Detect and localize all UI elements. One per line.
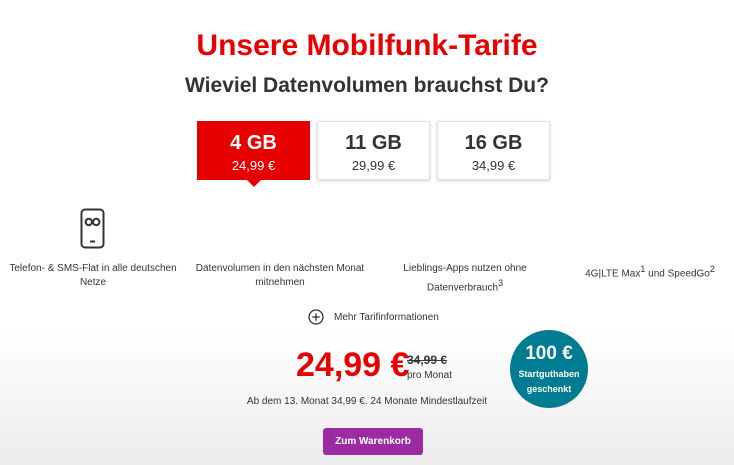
tariff-price: 24,99 € (231, 158, 276, 173)
footnote-mark[interactable]: 3 (498, 278, 503, 288)
feature-text: Datenverbrauch (426, 282, 499, 294)
feature-text: Datenvolumen in den nächsten Monat (195, 263, 365, 274)
bonus-text: geschenkt (526, 384, 572, 394)
tariff-tab-4gb[interactable]: 4 GB 24,99 € (197, 121, 310, 187)
page-subtitle: Wieviel Datenvolumen brauchst Du? (185, 74, 549, 97)
tariff-price: 34,99 € (471, 158, 516, 173)
bonus-amount: 100 € (525, 343, 573, 364)
bonus-text: Startguthaben (518, 369, 580, 379)
feature-flat: Telefon- & SMS-Flat in alle deutschen Ne… (8, 262, 178, 290)
feature-text: und SpeedGo (645, 268, 710, 280)
plus-circle-icon (308, 309, 324, 325)
tariff-price: 29,99 € (351, 158, 396, 173)
feature-text: Telefon- & SMS-Flat in alle deutschen (9, 263, 177, 274)
bonus-badge: 100 € Startguthaben geschenkt (510, 330, 588, 408)
feature-text: 4G|LTE Max (585, 268, 641, 280)
current-price: 24,99 € (296, 346, 410, 384)
old-price: 34,99 € (407, 353, 448, 367)
feature-datatransfer: Datenvolumen in den nächsten Monat mitne… (190, 262, 370, 290)
tariff-tabs: 4 GB 24,99 € 11 GB 29,99 € 16 GB 34,99 € (197, 121, 550, 187)
tariff-volume: 16 GB (464, 132, 523, 154)
price-period: pro Monat (407, 370, 453, 381)
add-to-cart-button[interactable]: Zum Warenkorb (323, 428, 423, 455)
feature-text: Lieblings-Apps nutzen ohne (403, 263, 527, 274)
tariff-volume: 11 GB (345, 132, 402, 154)
contract-terms: Ab dem 13. Monat 34,99 €. 24 Monate Mind… (246, 396, 488, 407)
tariff-tab-11gb[interactable]: 11 GB 29,99 € (317, 121, 430, 180)
more-tariff-info-link[interactable]: Mehr Tarifinformationen (308, 309, 439, 325)
page-title: Unsere Mobilfunk-Tarife (196, 29, 538, 62)
tariff-volume: 4 GB (230, 132, 277, 154)
footnote-mark[interactable]: 2 (710, 264, 715, 274)
phone-infinity-icon (80, 208, 105, 249)
feature-text: mitnehmen (255, 277, 305, 288)
tariff-tab-16gb[interactable]: 16 GB 34,99 € (437, 121, 550, 180)
feature-lte: 4G|LTE Max1 und SpeedGo2 (580, 262, 720, 281)
feature-apps: Lieblings-Apps nutzen ohne Datenverbrauc… (390, 262, 540, 295)
feature-text: Netze (79, 277, 107, 288)
more-info-label: Mehr Tarifinformationen (334, 311, 439, 323)
